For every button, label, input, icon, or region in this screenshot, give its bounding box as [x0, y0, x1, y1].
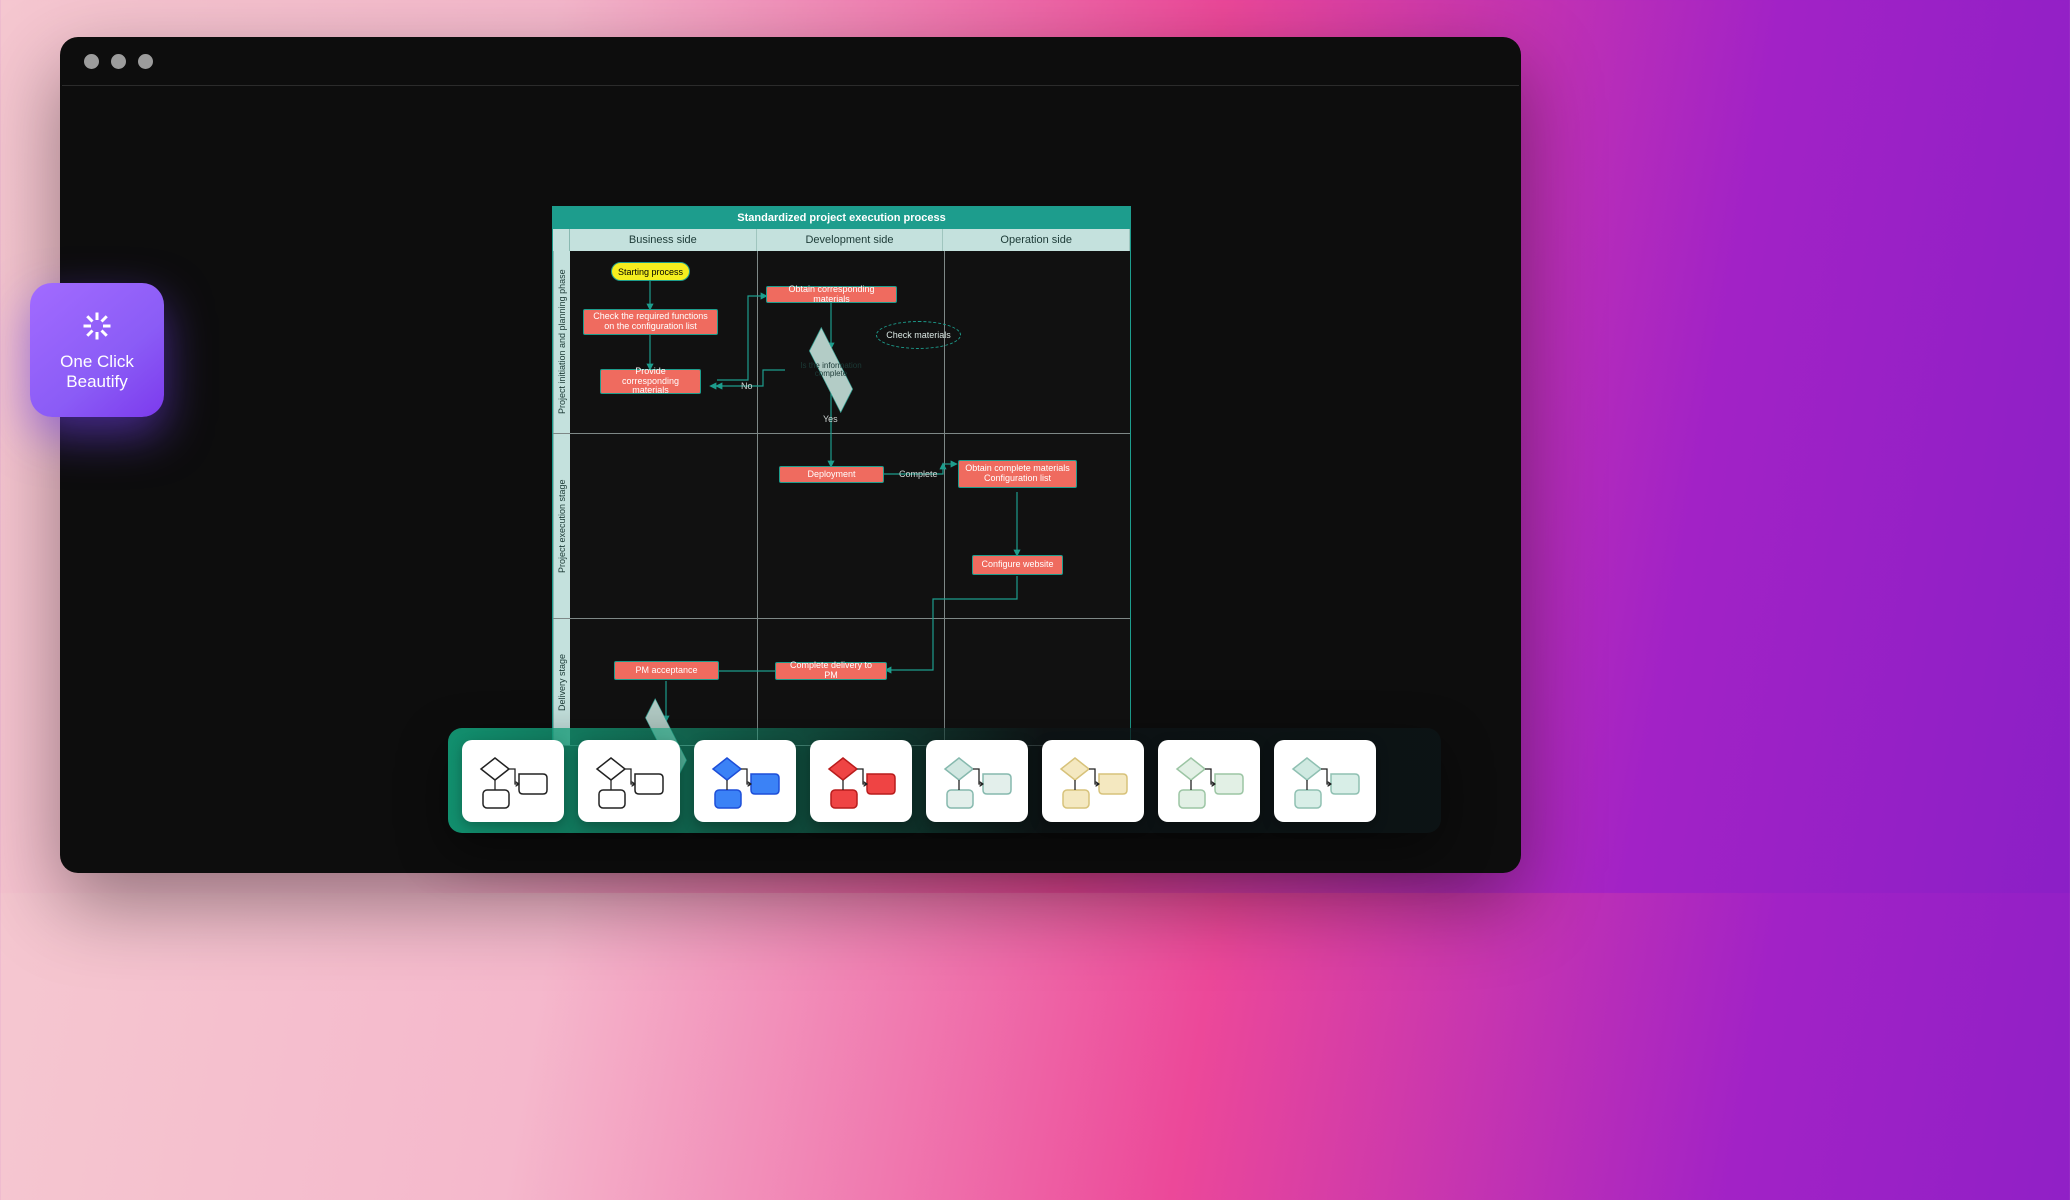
swatch-preview-icon	[1171, 752, 1247, 810]
window-control-max[interactable]	[138, 54, 153, 69]
lane-label-2: Project execution stage	[553, 434, 570, 618]
style-swatch-3[interactable]	[810, 740, 912, 822]
one-click-beautify-button[interactable]: One Click Beautify	[30, 283, 164, 417]
col-development: Development side	[757, 229, 944, 251]
edge-complete: Complete	[899, 469, 938, 479]
window-titlebar	[60, 37, 1521, 85]
style-swatch-6[interactable]	[1158, 740, 1260, 822]
node-configure-website[interactable]: Configure website	[972, 555, 1063, 575]
lane-header-spacer	[553, 229, 570, 251]
node-deployment[interactable]: Deployment	[779, 466, 884, 483]
swatch-preview-icon	[591, 752, 667, 810]
node-obtain-materials[interactable]: Obtain corresponding materials	[766, 286, 897, 303]
swatch-preview-icon	[1055, 752, 1131, 810]
node-start[interactable]: Starting process	[611, 262, 690, 281]
node-provide-materials[interactable]: Provide corresponding materials	[600, 369, 701, 394]
swimlane-grid: Project initiation and planning phase Pr…	[553, 251, 1130, 745]
window-control-close[interactable]	[84, 54, 99, 69]
style-swatch-2[interactable]	[694, 740, 796, 822]
style-swatch-5[interactable]	[1042, 740, 1144, 822]
callout-check-materials[interactable]: Check materials	[876, 321, 961, 349]
node-decision-text: Is the information complete	[785, 348, 877, 392]
swatch-preview-icon	[939, 752, 1015, 810]
titlebar-divider	[62, 85, 1519, 86]
col-operation: Operation side	[943, 229, 1130, 251]
sparkle-icon	[79, 308, 115, 344]
node-decision[interactable]: Is the information complete	[785, 348, 877, 392]
beautify-badge-text: One Click Beautify	[60, 352, 134, 391]
edge-no: No	[741, 381, 753, 391]
node-obtain-complete[interactable]: Obtain complete materials Configuration …	[958, 460, 1077, 488]
swatch-preview-icon	[475, 752, 551, 810]
style-swatch-4[interactable]	[926, 740, 1028, 822]
style-tray[interactable]	[448, 728, 1441, 833]
edge-yes: Yes	[823, 414, 838, 424]
column-headers: Business side Development side Operation…	[553, 229, 1130, 251]
swatch-preview-icon	[707, 752, 783, 810]
swatch-preview-icon	[1287, 752, 1363, 810]
node-pm-acceptance[interactable]: PM acceptance	[614, 661, 719, 680]
chart-title: Standardized project execution process	[553, 207, 1130, 229]
lane-label-3: Delivery stage	[553, 619, 570, 745]
beautify-line2: Beautify	[66, 372, 127, 391]
beautify-line1: One Click	[60, 352, 134, 371]
window-control-min[interactable]	[111, 54, 126, 69]
flowchart-canvas[interactable]: Standardized project execution process B…	[552, 206, 1131, 746]
style-swatch-7[interactable]	[1274, 740, 1376, 822]
swatch-preview-icon	[823, 752, 899, 810]
node-check-functions[interactable]: Check the required functions on the conf…	[583, 309, 718, 335]
style-swatch-1[interactable]	[578, 740, 680, 822]
node-complete-delivery[interactable]: Complete delivery to PM	[775, 662, 887, 680]
style-swatch-0[interactable]	[462, 740, 564, 822]
col-business: Business side	[570, 229, 757, 251]
